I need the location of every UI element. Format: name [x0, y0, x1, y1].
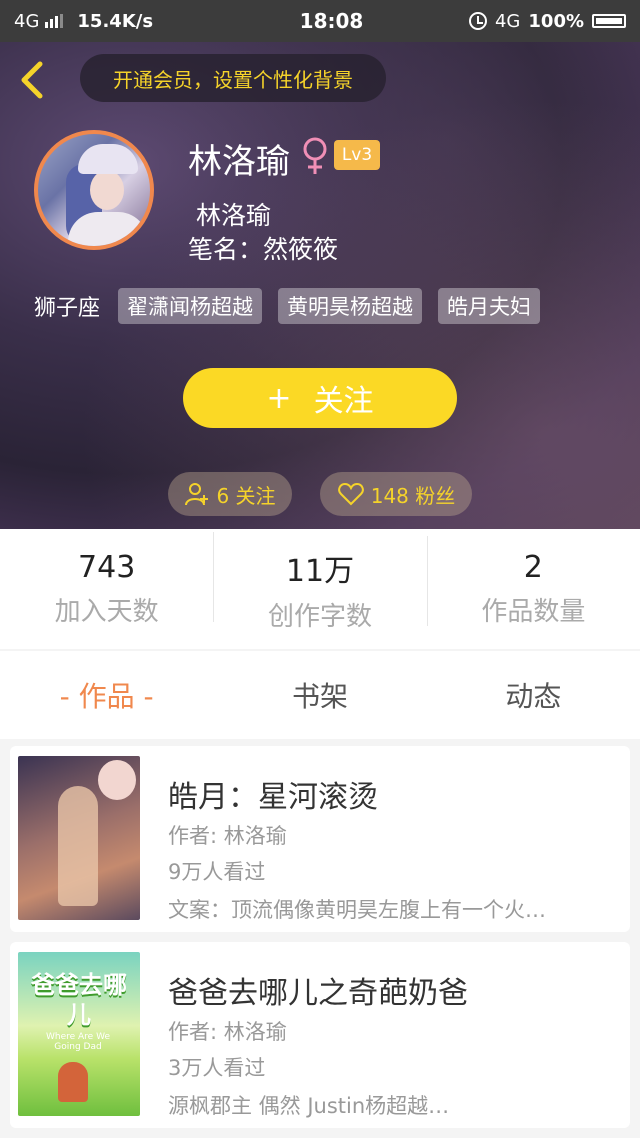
- plus-icon: +: [266, 380, 292, 416]
- book-summary: 文案：顶流偶像黄明昊左腹上有一个火…: [168, 898, 546, 922]
- stat-value: 11万: [285, 553, 355, 589]
- cover-figure: [58, 1062, 88, 1102]
- profile-header: 开通会员，设置个性化背景 林洛瑜 Lv3 林洛瑜 笔名：然筱筱 狮子座 翟潇闻杨…: [0, 42, 640, 529]
- heart-icon: [337, 482, 364, 506]
- avatar[interactable]: [34, 130, 154, 250]
- tab-bookshelf[interactable]: 书架: [213, 675, 426, 715]
- avatar-hat: [78, 144, 138, 174]
- battery-percent: 100%: [528, 10, 584, 32]
- book-title: 爸爸去哪儿之奇葩奶爸: [168, 976, 468, 1011]
- cover-figure: [58, 786, 98, 906]
- tag-item[interactable]: 皓月夫妇: [438, 288, 541, 324]
- user-name: 林洛瑜: [188, 142, 290, 182]
- book-author: 作者: 林洛瑜: [168, 824, 287, 848]
- following-count-button[interactable]: 6 关注: [168, 472, 292, 516]
- status-time: 18:08: [299, 9, 364, 33]
- alarm-icon: [468, 12, 487, 30]
- book-cover: 爸爸去哪儿 Where Are We Going Dad: [18, 952, 140, 1116]
- content-tabs: - 作品 - 书架 动态: [0, 651, 640, 739]
- cover-portrait: [98, 760, 136, 800]
- stat-value: 743: [78, 550, 136, 585]
- stat-words: 11万 创作字数: [213, 531, 426, 633]
- book-views: 9万人看过: [168, 860, 266, 884]
- book-summary: 源枫郡主 偶然 Justin杨超越…: [168, 1094, 450, 1118]
- avatar-body: [68, 212, 148, 246]
- stat-value: 2: [523, 550, 543, 585]
- tab-activity[interactable]: 动态: [427, 675, 640, 715]
- avatar-face: [90, 170, 124, 210]
- status-right: 4G 100%: [468, 10, 626, 32]
- stat-label: 创作字数: [267, 601, 372, 632]
- works-list: 皓月：星河滚烫 作者: 林洛瑜 9万人看过 文案：顶流偶像黄明昊左腹上有一个火……: [10, 746, 630, 1138]
- fans-count-label: 148 粉丝: [370, 483, 456, 508]
- list-item[interactable]: 皓月：星河滚烫 作者: 林洛瑜 9万人看过 文案：顶流偶像黄明昊左腹上有一个火…: [10, 746, 630, 932]
- status-bar: 4G 15.4K/s 18:08 4G 100%: [0, 0, 640, 42]
- book-cover: [18, 756, 140, 920]
- network-label: 4G: [14, 10, 40, 32]
- back-button[interactable]: [14, 60, 54, 100]
- fans-count-button[interactable]: 148 粉丝: [320, 472, 472, 516]
- tab-works[interactable]: - 作品 -: [0, 675, 213, 715]
- signal-icon: [45, 14, 64, 28]
- nickname: 林洛瑜: [196, 201, 272, 230]
- cover-title: 爸爸去哪儿: [31, 971, 127, 1029]
- zodiac-tag: 狮子座: [34, 296, 101, 321]
- stat-label: 作品数量: [481, 597, 586, 627]
- add-user-icon: [185, 483, 209, 506]
- network-speed: 15.4K/s: [77, 10, 154, 32]
- network-right-label: 4G: [494, 10, 521, 32]
- stat-label: 加入天数: [54, 597, 159, 627]
- list-item[interactable]: 爸爸去哪儿 Where Are We Going Dad 爸爸去哪儿之奇葩奶爸 …: [10, 942, 630, 1128]
- female-icon: [303, 137, 327, 174]
- stat-days: 743 加入天数: [0, 550, 213, 628]
- book-views: 3万人看过: [168, 1056, 266, 1080]
- pen-name: 笔名：然筱筱: [188, 235, 339, 264]
- follow-button-label: 关注: [313, 384, 374, 419]
- cover-subtitle: Where Are We Going Dad: [45, 1032, 110, 1052]
- stats-row: 743 加入天数 11万 创作字数 2 作品数量: [0, 529, 640, 649]
- level-badge: Lv3: [334, 140, 380, 170]
- follow-button[interactable]: + 关注: [183, 368, 457, 428]
- battery-icon: [592, 14, 626, 28]
- book-title: 皓月：星河滚烫: [168, 780, 378, 815]
- tag-item[interactable]: 黄明昊杨超越: [278, 288, 423, 324]
- chevron-left-icon: [21, 61, 43, 99]
- following-count-label: 6 关注: [216, 483, 276, 508]
- book-author: 作者: 林洛瑜: [168, 1020, 287, 1044]
- tag-row: 狮子座 翟潇闻杨超越 黄明昊杨超越 皓月夫妇: [34, 288, 541, 324]
- vip-background-prompt[interactable]: 开通会员，设置个性化背景: [80, 54, 386, 102]
- stat-works: 2 作品数量: [426, 536, 640, 628]
- tag-item[interactable]: 翟潇闻杨超越: [118, 288, 263, 324]
